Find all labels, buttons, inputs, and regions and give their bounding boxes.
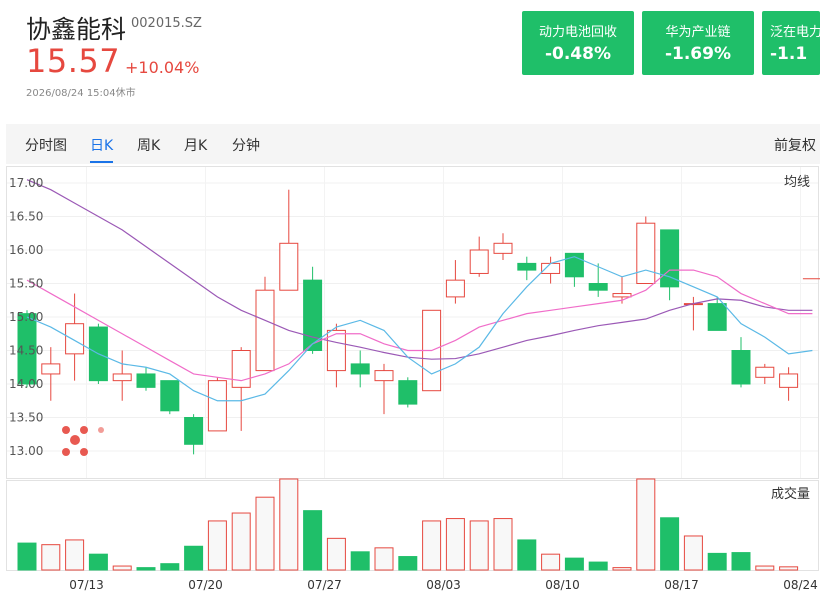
- candle-down: [136, 373, 156, 388]
- candle-down: [398, 380, 418, 405]
- volume-bar: [660, 517, 680, 571]
- volume-bar: [17, 542, 37, 571]
- volume-bar: [398, 556, 418, 571]
- candle-down: [660, 229, 680, 288]
- volume-bar: [279, 478, 299, 571]
- candle-down: [350, 363, 370, 375]
- volume-bar: [517, 539, 537, 571]
- candle-up: [279, 242, 299, 291]
- volume-bar: [303, 510, 323, 571]
- candle-up: [469, 249, 489, 274]
- volume-bar: [636, 478, 656, 571]
- volume-bar: [160, 563, 180, 571]
- y-tick-label: 16.50: [9, 210, 43, 224]
- volume-bar: [422, 520, 442, 571]
- volume-bar: [326, 537, 346, 571]
- x-tick-label: 07/20: [188, 578, 223, 592]
- candle-down: [588, 283, 608, 291]
- x-tick-label: 08/17: [664, 578, 699, 592]
- candle-up: [112, 373, 132, 382]
- y-tick-label: 13.50: [9, 411, 43, 425]
- volume-bar: [445, 518, 465, 571]
- volume-bar: [374, 547, 394, 571]
- volume-bar: [65, 539, 85, 571]
- candle-up: [445, 279, 465, 298]
- candle-down: [707, 303, 727, 331]
- volume-bar: [136, 567, 156, 571]
- candle-up: [779, 373, 799, 388]
- candle-up: [65, 323, 85, 355]
- candle-up: [755, 366, 775, 378]
- volume-bar: [255, 496, 275, 571]
- volume-bar: [541, 553, 561, 571]
- candle-up: [374, 370, 394, 382]
- candle-up: [636, 222, 656, 284]
- x-tick-label: 08/03: [426, 578, 461, 592]
- price-panel-border: [6, 166, 819, 479]
- volume-bar: [707, 552, 727, 571]
- volume-legend: 成交量: [771, 486, 810, 502]
- volume-bar: [231, 512, 251, 571]
- volume-bar: [779, 566, 799, 571]
- x-tick-label: 08/10: [545, 578, 580, 592]
- volume-bar: [683, 535, 703, 571]
- volume-bar: [612, 567, 632, 571]
- x-tick-label: 07/27: [307, 578, 342, 592]
- volume-bar: [112, 565, 132, 571]
- y-tick-label: 14.00: [9, 377, 43, 391]
- volume-bar: [41, 544, 61, 571]
- kline-chart[interactable]: 13.00 13.50 14.00 14.50 15.00 15.50 16.00 16.50…: [0, 0, 820, 604]
- volume-bar: [731, 552, 751, 571]
- candle-up: [207, 380, 227, 432]
- y-tick-label: 14.50: [9, 344, 43, 358]
- y-tick-label: 16.00: [9, 243, 43, 257]
- y-tick-label: 17.00: [9, 176, 43, 190]
- y-tick-label: 13.00: [9, 444, 43, 458]
- candle-up: [231, 350, 251, 388]
- ma20-line: [26, 179, 813, 360]
- candle-up: [541, 262, 561, 274]
- y-tick-label: 15.00: [9, 310, 43, 324]
- candle-up: [493, 242, 513, 254]
- candle-down: [517, 262, 537, 271]
- candle-down: [184, 417, 204, 445]
- candle-up: [255, 289, 275, 372]
- y-tick-label: 15.50: [9, 277, 43, 291]
- x-tick-label: 08/24: [783, 578, 818, 592]
- x-tick-label: 07/13: [69, 578, 104, 592]
- volume-bar: [755, 565, 775, 571]
- volume-bar: [88, 553, 108, 571]
- volume-bar: [588, 561, 608, 571]
- price-legend: 均线: [784, 175, 810, 190]
- ma10-line: [26, 269, 813, 382]
- candle-down: [731, 350, 751, 385]
- volume-bar: [564, 557, 584, 571]
- candle-up: [612, 293, 632, 298]
- volume-bar: [184, 545, 204, 571]
- candle-down: [160, 380, 180, 412]
- volume-bar: [469, 520, 489, 571]
- candle-up: [41, 363, 61, 375]
- volume-bar: [493, 518, 513, 571]
- volume-bar: [207, 520, 227, 571]
- volume-bar: [350, 551, 370, 571]
